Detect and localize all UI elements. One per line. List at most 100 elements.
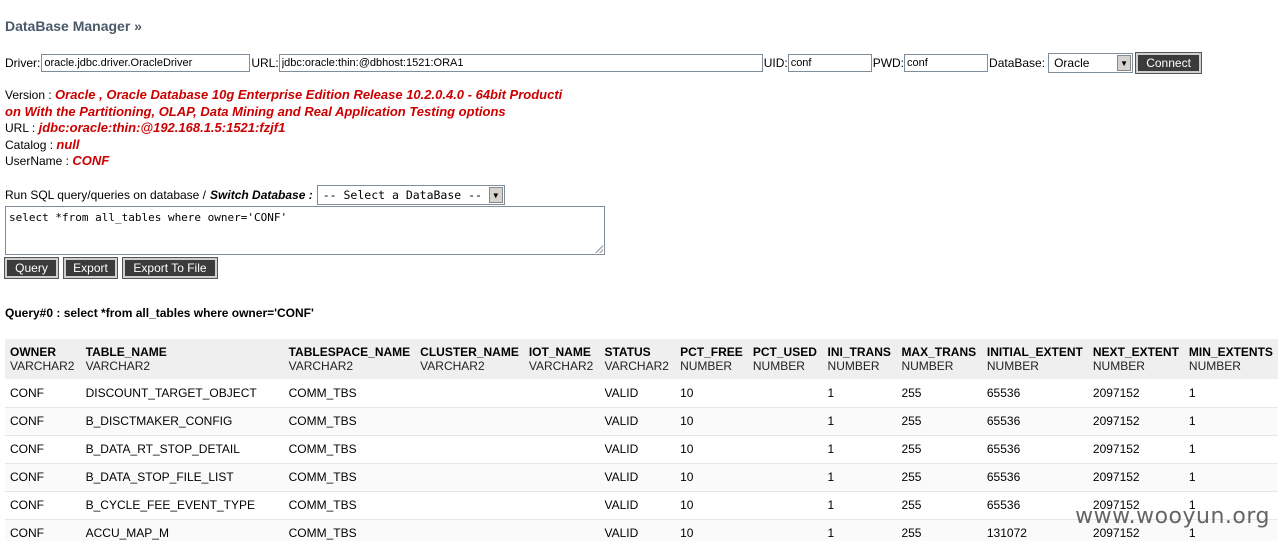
table-cell [524,407,600,435]
column-header: PCT_FREE NUMBER [675,339,748,379]
table-cell: 65536 [986,470,1021,484]
uid-input[interactable] [787,54,872,72]
table-cell: 10 [680,414,694,428]
table-cell: 1 [827,414,835,428]
table-cell [524,435,600,463]
column-header: STATUS VARCHAR2 [599,339,675,379]
table-cell: 2097152 [1092,414,1140,428]
database-label: DataBase: [989,56,1046,70]
sql-switch-row: Run SQL query/queries on database / Swit… [5,185,505,205]
table-cell [415,435,524,463]
query-button[interactable]: Query [4,257,59,279]
column-header: TABLESPACE_NAME VARCHAR2 [284,339,416,379]
column-name: NEXT_EXTENT [1092,345,1179,359]
table-cell: B_DATA_STOP_FILE_LIST [85,470,234,484]
table-cell: COMM_TBS [288,385,357,400]
column-name: MAX_TRANS [901,345,977,359]
url-input[interactable] [278,54,763,72]
column-name: MIN_EXTENTS [1188,345,1273,359]
column-name: TABLESPACE_NAME [288,345,411,359]
table-row: CONF B_DATA_RT_STOP_DETAIL COMM_TBS VALID 10… [5,435,1278,463]
table-cell: 10 [680,442,694,456]
column-name: INI_TRANS [827,345,891,359]
table-cell [524,463,600,491]
table-cell: CONF [10,442,44,456]
export-button[interactable]: Export [63,257,118,279]
column-type: NUMBER [986,359,1039,373]
column-name: PCT_FREE [680,345,743,359]
table-cell: CONF [10,498,44,512]
table-cell: 1 [827,526,835,540]
column-header: IOT_NAME VARCHAR2 [524,339,600,379]
chevron-down-icon[interactable]: ▼ [1117,55,1132,71]
table-cell: COMM_TBS [288,414,357,428]
table-cell [748,435,823,463]
column-type: VARCHAR2 [420,359,485,373]
database-select[interactable]: Oracle ▼ [1048,53,1134,73]
table-cell [748,491,823,519]
column-type: NUMBER [1092,359,1145,373]
table-cell: 10 [680,385,694,400]
table-cell: VALID [604,442,639,456]
watermark: www.wooyun.org [1075,504,1270,529]
sql-query-textarea[interactable]: select *from all_tables where owner='CON… [5,206,605,255]
column-header: INI_TRANS NUMBER [823,339,897,379]
switch-database-select[interactable]: -- Select a DataBase -- ▼ [316,185,505,205]
catalog-value: null [56,136,80,152]
table-cell: 255 [901,442,922,456]
column-type: VARCHAR2 [10,359,75,373]
table-cell: 2097152 [1092,470,1140,484]
table-cell: 65536 [986,385,1021,400]
switch-database-selected: -- Select a DataBase -- [322,188,482,202]
driver-input[interactable] [41,54,251,72]
column-header: CLUSTER_NAME VARCHAR2 [415,339,524,379]
table-cell [748,407,823,435]
page-title: DataBase Manager » [5,18,142,34]
column-name: PCT_USED [752,345,817,359]
table-cell: 65536 [986,442,1021,456]
export-to-file-button[interactable]: Export To File [122,257,218,279]
table-cell: DISCOUNT_TARGET_OBJECT [85,385,257,400]
table-cell [415,519,524,541]
table-cell [415,491,524,519]
table-cell: B_CYCLE_FEE_EVENT_TYPE [85,498,256,512]
table-cell: COMM_TBS [288,526,357,540]
query-result-label: Query#0 : select *from all_tables where … [5,306,314,320]
connect-button[interactable]: Connect [1135,52,1203,74]
column-type: VARCHAR2 [85,359,151,373]
table-cell: 1 [1188,470,1196,484]
column-name: TABLE_NAME [85,345,167,359]
table-cell: COMM_TBS [288,442,357,456]
username-label: UserName : [5,154,70,168]
column-header: OWNER VARCHAR2 [5,339,81,379]
table-cell: VALID [604,498,639,512]
pwd-input[interactable] [904,54,989,72]
table-cell: CONF [10,385,44,400]
sql-action-buttons: Query Export Export To File [4,257,218,279]
table-cell: VALID [604,414,639,428]
table-cell [748,519,823,541]
url-info-label: URL : [5,121,36,135]
resize-grip-icon[interactable] [595,245,603,253]
table-cell: 255 [901,498,922,512]
table-header-row: OWNER VARCHAR2 TABLE_NAME VARCHAR2 TABLESPAC… [5,339,1278,379]
table-cell: 65536 [986,498,1021,512]
table-cell: 1 [827,385,835,400]
column-header: MIN_EXTENTS NUMBER [1184,339,1278,379]
table-cell: 1 [827,442,835,456]
table-cell [748,379,823,407]
chevron-down-icon[interactable]: ▼ [488,187,503,203]
table-cell [524,519,600,541]
column-name: IOT_NAME [528,345,591,359]
url-info-value: jdbc:oracle:thin:@192.168.1.5:1521:fzjf1 [38,120,286,135]
switch-database-label: Switch Database : [210,188,313,202]
table-cell [524,379,600,407]
table-cell: 1 [1188,385,1196,400]
column-type: VARCHAR2 [604,359,669,373]
table-cell: COMM_TBS [288,470,357,484]
table-cell: 131072 [986,526,1027,540]
table-cell: VALID [604,526,639,540]
connection-info: Version : Oracle , Oracle Database 10g E… [5,87,562,170]
table-row: CONF DISCOUNT_TARGET_OBJECT COMM_TBS VALID 1… [5,379,1278,407]
table-row: CONF B_DISCTMAKER_CONFIG COMM_TBS VALID 10 1 2… [5,407,1278,435]
